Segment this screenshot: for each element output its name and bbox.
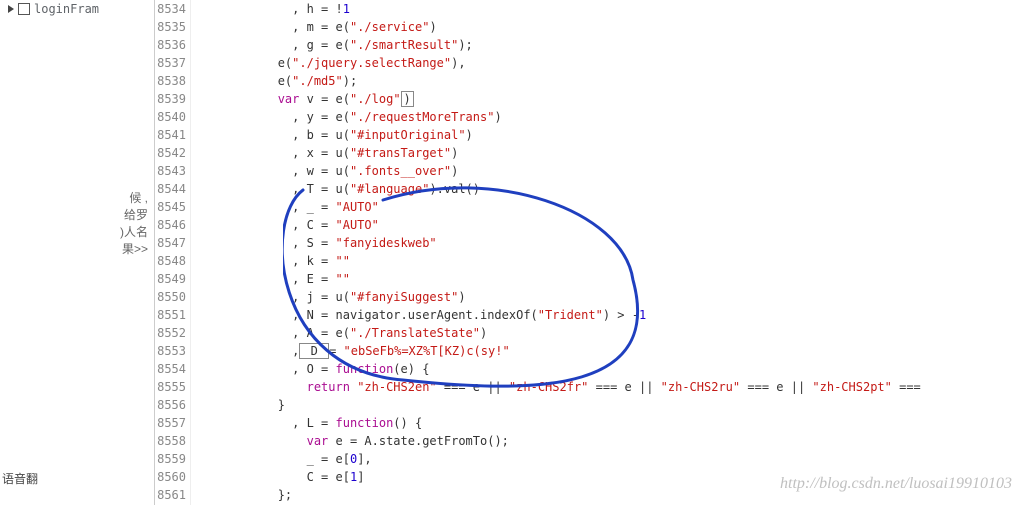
code-line: , T = u("#language").val() [191, 180, 1020, 198]
code-line: }; [191, 486, 1020, 504]
code-line: } [191, 396, 1020, 414]
sidebar-item-loginframe[interactable]: loginFram [8, 0, 154, 18]
line-number[interactable]: 8552 [155, 324, 186, 342]
line-number[interactable]: 8549 [155, 270, 186, 288]
line-number[interactable]: 8536 [155, 36, 186, 54]
sidebar-bottom-text: 语音翻 [2, 470, 38, 487]
line-number[interactable]: 8551 [155, 306, 186, 324]
code-line: , N = navigator.userAgent.indexOf("Tride… [191, 306, 1020, 324]
code-line: , S = "fanyideskweb" [191, 234, 1020, 252]
code-line: var e = A.state.getFromTo(); [191, 432, 1020, 450]
sidebar-item-label: loginFram [34, 2, 99, 16]
code-line: , g = e("./smartResult"); [191, 36, 1020, 54]
code-line: , L = function() { [191, 414, 1020, 432]
code-line: , E = "" [191, 270, 1020, 288]
code-line: , b = u("#inputOriginal") [191, 126, 1020, 144]
line-number[interactable]: 8544 [155, 180, 186, 198]
code-line: , C = "AUTO" [191, 216, 1020, 234]
code-line: e("./md5"); [191, 72, 1020, 90]
code-line: var v = e("./log") [191, 90, 1020, 108]
code-line: e("./jquery.selectRange"), [191, 54, 1020, 72]
line-number[interactable]: 8538 [155, 72, 186, 90]
code-line: , h = !1 [191, 0, 1020, 18]
code-line: C = e[1] [191, 468, 1020, 486]
code-line: _ = e[0], [191, 450, 1020, 468]
line-number[interactable]: 8553 [155, 342, 186, 360]
line-number[interactable]: 8541 [155, 126, 186, 144]
line-number[interactable]: 8535 [155, 18, 186, 36]
line-number[interactable]: 8558 [155, 432, 186, 450]
code-line: , m = e("./service") [191, 18, 1020, 36]
line-number[interactable]: 8540 [155, 108, 186, 126]
line-number[interactable]: 8546 [155, 216, 186, 234]
line-number[interactable]: 8545 [155, 198, 186, 216]
line-number[interactable]: 8554 [155, 360, 186, 378]
line-number-gutter[interactable]: 8534853585368537853885398540854185428543… [155, 0, 191, 505]
line-number[interactable]: 8548 [155, 252, 186, 270]
line-number[interactable]: 8537 [155, 54, 186, 72]
line-number[interactable]: 8561 [155, 486, 186, 504]
devtools-source-view: loginFram 候 , 给罗 )人名 果>> 语音翻 85348535853… [0, 0, 1020, 505]
chevron-right-icon [8, 5, 14, 13]
code-line: , _ = "AUTO" [191, 198, 1020, 216]
line-number[interactable]: 8547 [155, 234, 186, 252]
code-line: , w = u(".fonts__over") [191, 162, 1020, 180]
code-line: , O = function(e) { [191, 360, 1020, 378]
code-line: , k = "" [191, 252, 1020, 270]
line-number[interactable]: 8557 [155, 414, 186, 432]
code-line: , D = "ebSeFb%=XZ%T[KZ)c(sy!" [191, 342, 1020, 360]
line-number[interactable]: 8534 [155, 0, 186, 18]
line-number[interactable]: 8542 [155, 144, 186, 162]
code-editor[interactable]: , h = !1 , m = e("./service") , g = e(".… [191, 0, 1020, 505]
line-number[interactable]: 8550 [155, 288, 186, 306]
line-number[interactable]: 8543 [155, 162, 186, 180]
sidebar-hint-text: 候 , 给罗 )人名 果>> [0, 190, 154, 258]
code-line: , x = u("#transTarget") [191, 144, 1020, 162]
code-line: return "zh-CHS2en" === e || "zh-CHS2fr" … [191, 378, 1020, 396]
line-number[interactable]: 8555 [155, 378, 186, 396]
frame-icon [18, 3, 30, 15]
line-number[interactable]: 8560 [155, 468, 186, 486]
line-number[interactable]: 8559 [155, 450, 186, 468]
code-line: , A = e("./TranslateState") [191, 324, 1020, 342]
code-line: , y = e("./requestMoreTrans") [191, 108, 1020, 126]
code-line: , j = u("#fanyiSuggest") [191, 288, 1020, 306]
line-number[interactable]: 8539 [155, 90, 186, 108]
line-number[interactable]: 8556 [155, 396, 186, 414]
sidebar-panel[interactable]: loginFram 候 , 给罗 )人名 果>> 语音翻 [0, 0, 155, 505]
